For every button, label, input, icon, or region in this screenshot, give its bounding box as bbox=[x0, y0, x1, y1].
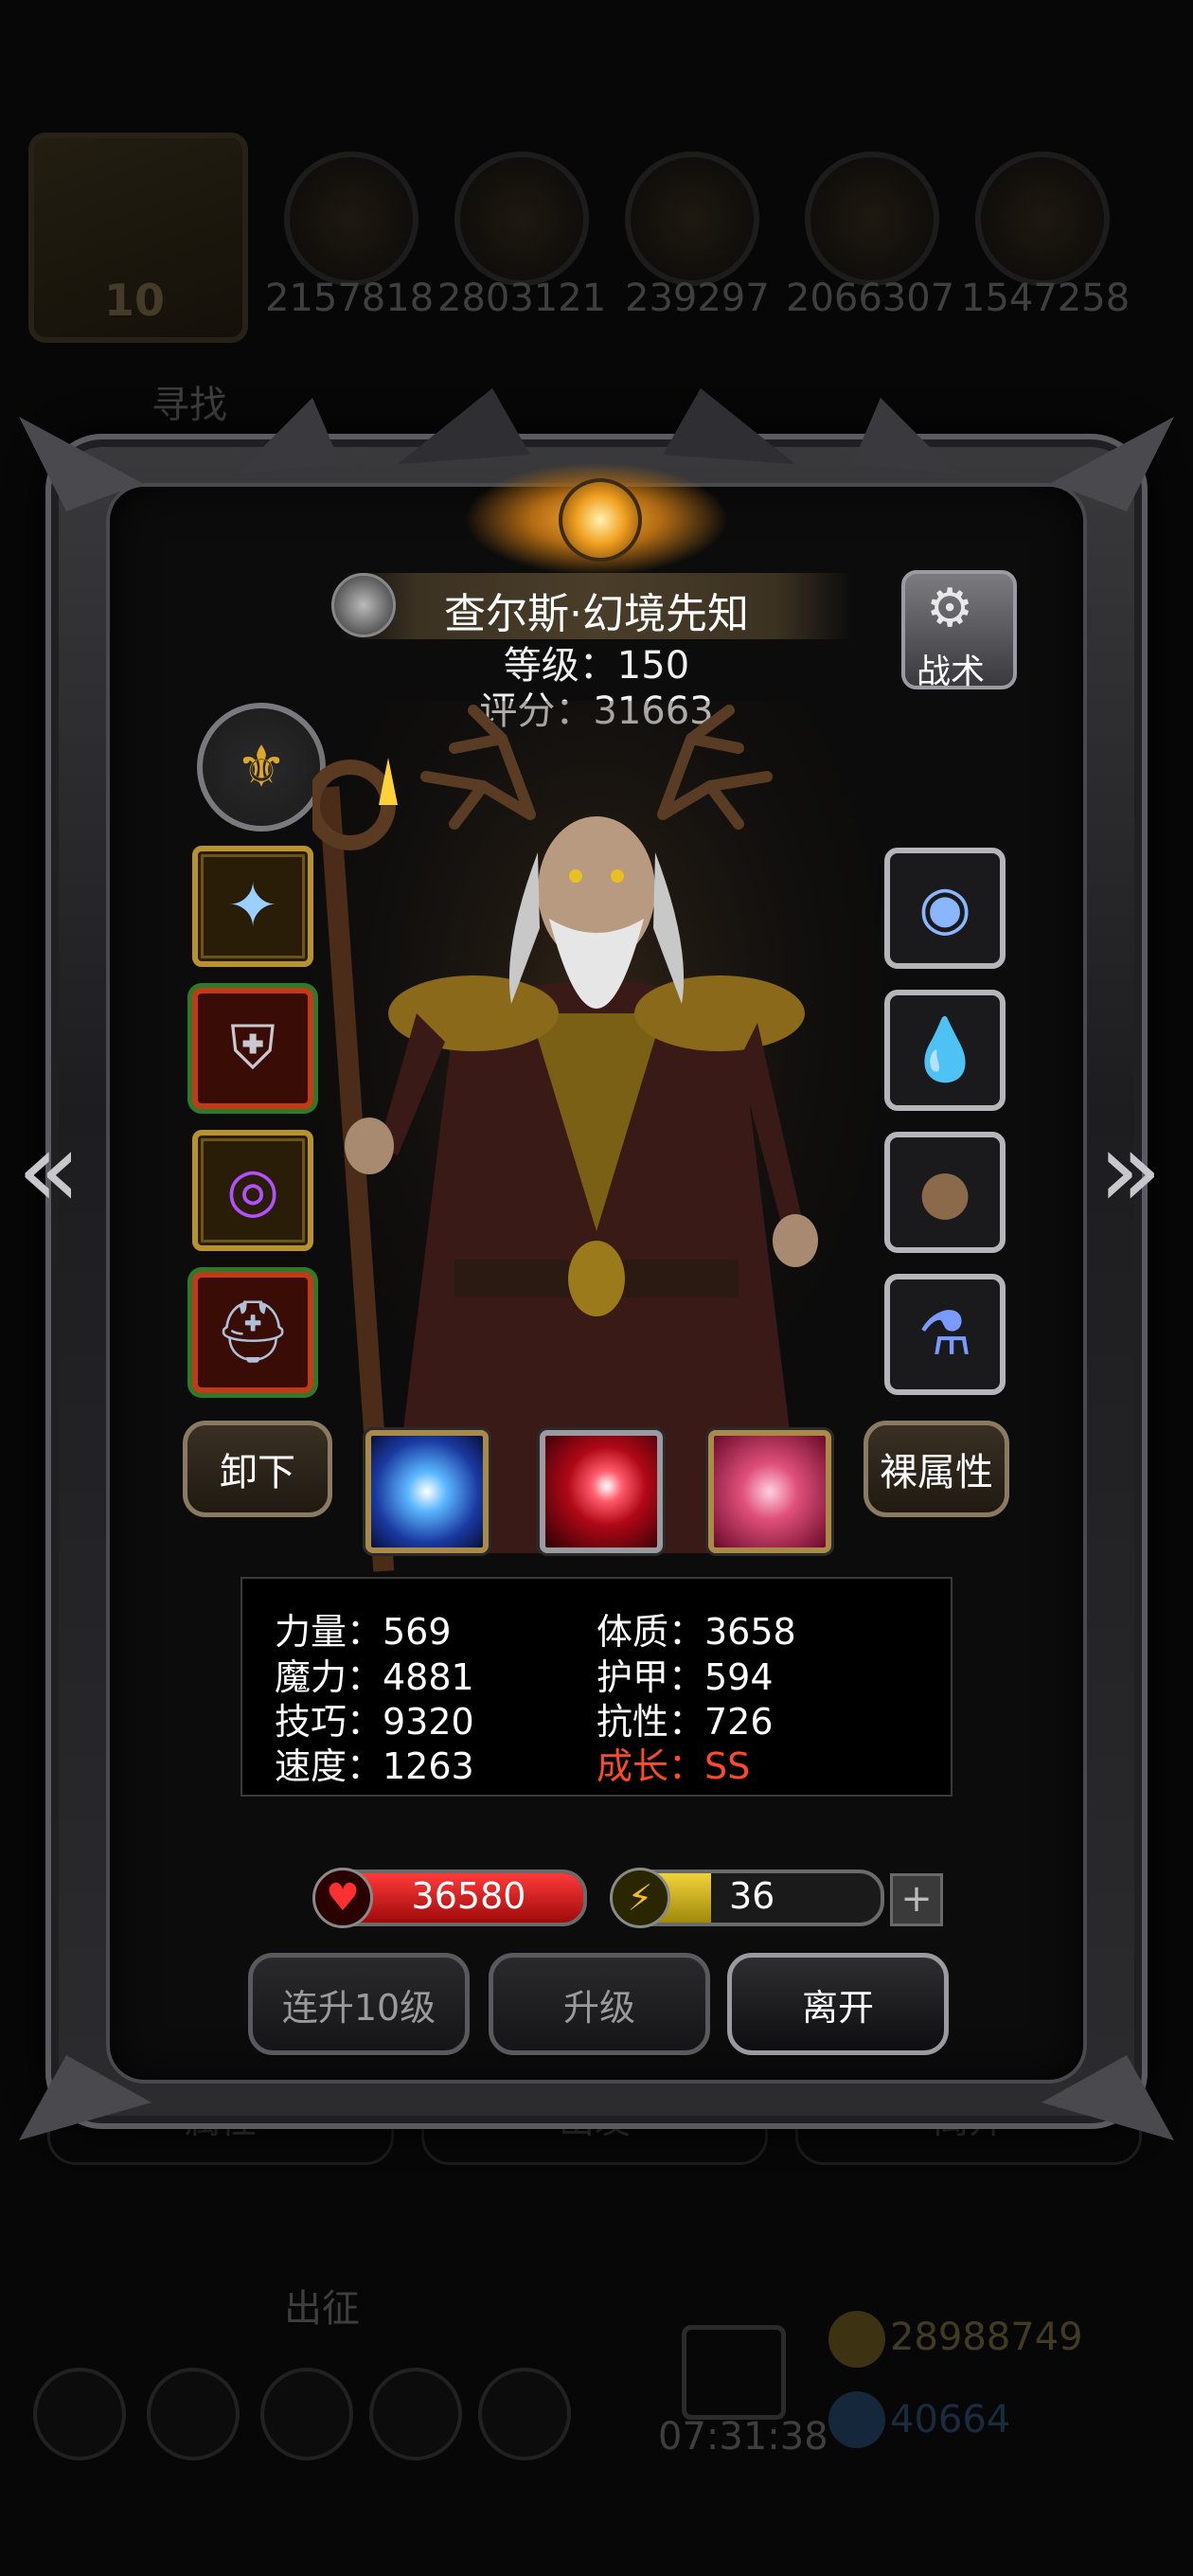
equip-slot-weapon[interactable]: ✦ bbox=[192, 846, 313, 967]
equip-slot-gem[interactable]: 💧 bbox=[884, 990, 1006, 1111]
heart-icon: ♥ bbox=[312, 1868, 373, 1928]
stat-speed: 速度：1263 bbox=[275, 1745, 474, 1787]
stat-strength: 力量：569 bbox=[275, 1611, 452, 1653]
equip-slot-helmet[interactable]: ⛑ bbox=[192, 1272, 313, 1393]
base-attributes-button[interactable]: 裸属性 bbox=[864, 1421, 1009, 1517]
hp-value: 36580 bbox=[411, 1875, 526, 1917]
chest-icon bbox=[682, 2325, 786, 2420]
gem-amount: 40664 bbox=[890, 2398, 1011, 2442]
gem-icon bbox=[828, 2391, 885, 2448]
resource-value: 239297 bbox=[625, 277, 770, 320]
sun-emblem-icon bbox=[559, 478, 642, 562]
equip-slot-shell[interactable]: ● bbox=[884, 1132, 1006, 1253]
lightning-icon: ⚡ bbox=[610, 1868, 670, 1928]
web-curse-icon[interactable] bbox=[708, 1430, 831, 1553]
energy-value: 36 bbox=[729, 1875, 775, 1917]
equip-slot-amulet[interactable]: ◉ bbox=[884, 848, 1006, 969]
class-badge[interactable]: ⚜ bbox=[197, 703, 326, 832]
equip-slot-potion[interactable]: ⚗ bbox=[884, 1274, 1006, 1395]
add-energy-button[interactable]: + bbox=[890, 1873, 943, 1926]
shell-icon: ● bbox=[918, 1157, 971, 1227]
gold-amount: 28988749 bbox=[890, 2316, 1083, 2359]
level-up-10-button[interactable]: 连升10级 bbox=[248, 1953, 470, 2055]
leave-button[interactable]: 离开 bbox=[727, 1953, 949, 2055]
resource-icon bbox=[805, 152, 939, 286]
potion-icon: ⚗ bbox=[917, 1299, 972, 1369]
winged-crest-icon: ⚜ bbox=[236, 734, 287, 800]
menu-icon bbox=[260, 2368, 353, 2460]
menu-icon bbox=[369, 2368, 462, 2460]
next-hero-arrow-icon[interactable]: » bbox=[1098, 1118, 1162, 1222]
tactics-label: 战术 bbox=[917, 653, 986, 691]
gold-coin-icon bbox=[828, 2311, 885, 2368]
resource-value: 1547258 bbox=[961, 277, 1131, 320]
resource-value: 2157818 bbox=[265, 277, 435, 320]
resource-icon bbox=[454, 152, 589, 286]
unequip-button[interactable]: 卸下 bbox=[183, 1421, 332, 1517]
equip-slot-ring[interactable]: ◎ bbox=[192, 1130, 313, 1251]
gear-icon: ⚙ bbox=[926, 578, 974, 639]
menu-icon bbox=[33, 2368, 126, 2460]
fire-slash-icon[interactable] bbox=[540, 1430, 663, 1553]
light-burst-icon[interactable] bbox=[365, 1430, 489, 1553]
resource-value: 2803121 bbox=[437, 277, 607, 320]
ring-icon: ◎ bbox=[226, 1155, 279, 1225]
level-up-button[interactable]: 升级 bbox=[489, 1953, 710, 2055]
deploy-label: 出征 bbox=[284, 2287, 360, 2331]
resource-icon bbox=[975, 152, 1110, 286]
prev-hero-arrow-icon[interactable]: « bbox=[17, 1118, 80, 1222]
player-level: 10 bbox=[104, 275, 166, 326]
timer: 07:31:38 bbox=[658, 2415, 828, 2459]
helmet-icon: ⛑ bbox=[214, 1297, 292, 1368]
equip-slot-armor[interactable]: ⛨ bbox=[192, 988, 313, 1109]
water-drop-icon: 💧 bbox=[907, 1015, 983, 1085]
resource-icon bbox=[284, 152, 418, 286]
eye-amulet-icon: ◉ bbox=[918, 873, 971, 943]
resource-value: 2066307 bbox=[786, 277, 955, 320]
stat-constitution: 体质：3658 bbox=[596, 1611, 796, 1653]
stat-growth: 成长：SS bbox=[596, 1745, 751, 1787]
menu-icon bbox=[478, 2368, 571, 2460]
frame-spikes-bottom bbox=[19, 2055, 1174, 2140]
armor-icon: ⛨ bbox=[230, 1013, 276, 1083]
staff-icon: ✦ bbox=[227, 871, 278, 941]
resource-icon bbox=[625, 152, 759, 286]
hero-name: 查尔斯·幻境先知 bbox=[444, 590, 749, 638]
menu-icon bbox=[147, 2368, 240, 2460]
